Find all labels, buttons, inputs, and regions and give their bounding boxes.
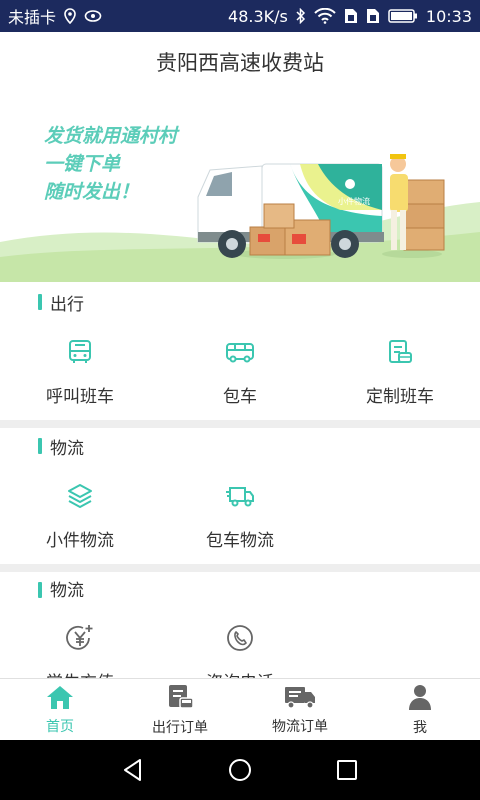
custom-shuttle-button[interactable]: 定制班车 <box>320 336 480 407</box>
bottom-tab-bar: 首页 出行订单 物流订单 我 <box>0 678 480 740</box>
section-marker <box>38 438 42 454</box>
bus-icon <box>64 336 96 368</box>
item-label: 包车物流 <box>206 531 274 551</box>
tab-label: 首页 <box>46 719 74 735</box>
tab-label: 物流订单 <box>272 719 328 735</box>
truck-text: 小件物流 <box>338 197 370 206</box>
section-marker <box>38 294 42 310</box>
user-icon <box>406 683 434 715</box>
wifi-icon <box>314 8 336 24</box>
banner-slogan: 发货就用通村村 一键下单 随时发出！ <box>44 122 177 206</box>
truck-order-icon <box>283 684 317 714</box>
section-divider <box>0 420 480 428</box>
bluetooth-icon <box>296 8 306 24</box>
status-bar: 未插卡 48.3K/s 10:33 <box>0 0 480 32</box>
section-divider <box>0 564 480 572</box>
net-speed: 48.3K/s <box>228 6 288 26</box>
eye-icon <box>84 9 102 23</box>
tab-travel-orders[interactable]: 出行订单 <box>120 679 240 741</box>
call-shuttle-button[interactable]: 呼叫班车 <box>0 336 160 407</box>
section-travel: 出行 呼叫班车 包车 定制班车 <box>0 282 480 420</box>
location-icon <box>64 8 76 24</box>
section-marker <box>38 582 42 598</box>
charter-logistics-button[interactable]: 包车物流 <box>160 480 320 551</box>
hotline-button[interactable]: 咨询电话 <box>160 622 320 678</box>
back-icon[interactable] <box>118 755 148 785</box>
yuan-plus-icon <box>64 622 96 654</box>
tab-label: 出行订单 <box>152 720 208 736</box>
section-services: 物流 学生充值 咨询电话 <box>0 572 480 678</box>
student-recharge-button[interactable]: 学生充值 <box>0 622 160 678</box>
recents-icon[interactable] <box>332 755 362 785</box>
charter-bus-icon <box>224 336 256 368</box>
item-label: 呼叫班车 <box>46 387 114 407</box>
tab-label: 我 <box>413 720 427 736</box>
item-label: 咨询电话 <box>206 668 274 678</box>
carrier-label: 未插卡 <box>8 8 57 27</box>
tab-logistics-orders[interactable]: 物流订单 <box>240 679 360 741</box>
section-title: 物流 <box>50 580 84 601</box>
phone-icon <box>224 622 256 654</box>
tab-me[interactable]: 我 <box>360 679 480 741</box>
page-title: 贵阳西高速收费站 <box>156 51 324 75</box>
layers-icon <box>64 480 96 512</box>
clock: 10:33 <box>425 6 472 26</box>
custom-bus-icon <box>384 336 416 368</box>
promo-banner[interactable]: 发货就用通村村 一键下单 随时发出！ 小件物流 <box>0 92 480 282</box>
section-title: 出行 <box>50 294 84 315</box>
truck-icon <box>224 480 256 512</box>
parcel-logistics-button[interactable]: 小件物流 <box>0 480 160 551</box>
charter-button[interactable]: 包车 <box>160 336 320 407</box>
item-label: 包车 <box>223 387 257 407</box>
battery-icon <box>388 8 418 24</box>
section-title: 物流 <box>50 438 84 459</box>
item-label: 学生充值 <box>46 668 114 678</box>
bus-order-icon <box>165 683 195 715</box>
system-nav-bar <box>0 740 480 800</box>
item-label: 小件物流 <box>46 531 114 551</box>
item-label: 定制班车 <box>366 387 434 407</box>
sim-icon <box>344 8 358 24</box>
section-logistics: 物流 小件物流 包车物流 <box>0 428 480 564</box>
slogan-line: 发货就用通村村 <box>44 125 178 147</box>
home-icon <box>45 684 75 714</box>
slogan-line: 随时发出！ <box>44 181 140 203</box>
slogan-line: 一键下单 <box>44 153 121 175</box>
sim-icon <box>366 8 380 24</box>
home-circle-icon[interactable] <box>225 755 255 785</box>
tab-home[interactable]: 首页 <box>0 679 120 741</box>
